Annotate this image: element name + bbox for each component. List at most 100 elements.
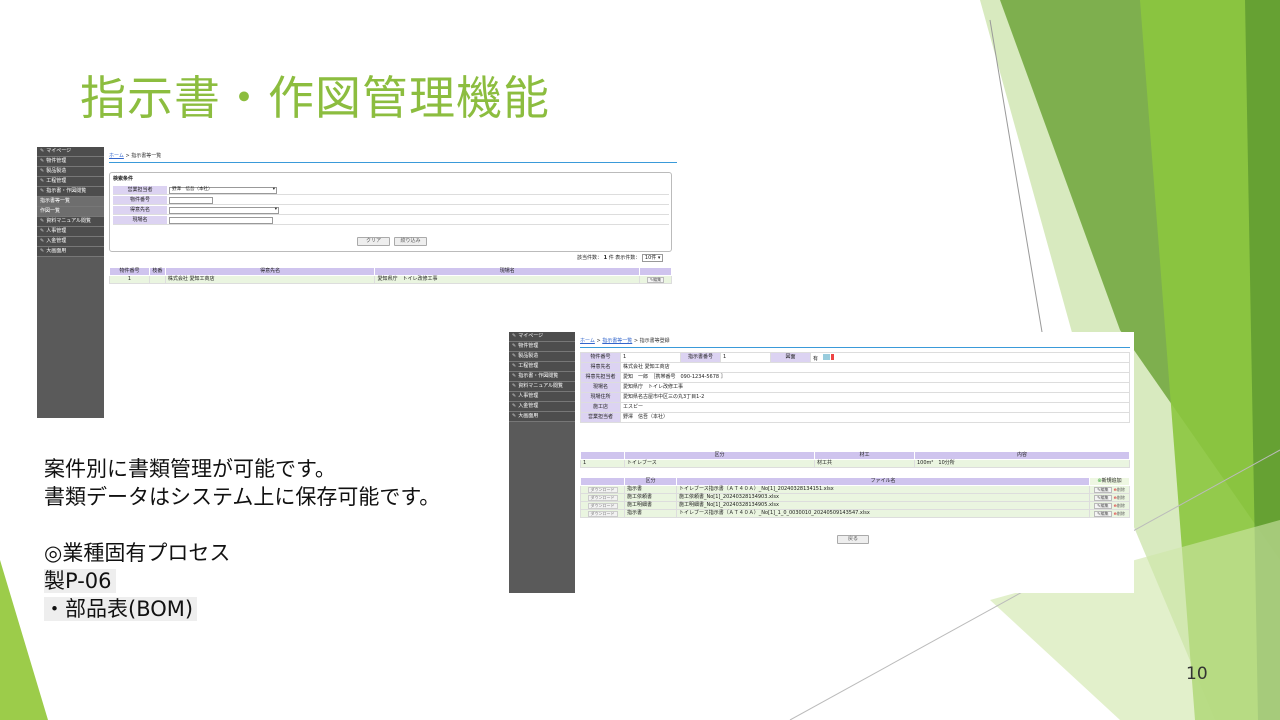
sidebar-item[interactable]: ✎ 工程管理: [509, 362, 575, 372]
sidebar-item[interactable]: ✎ 指示書・作図閲覧: [37, 187, 104, 197]
filter-button[interactable]: 絞り込み: [394, 237, 427, 246]
cell-content: 100m² 10分所: [914, 459, 1130, 468]
download-button[interactable]: ダウンロード: [587, 502, 618, 509]
edit-button[interactable]: ✎編集: [1094, 510, 1112, 517]
table-row: ダウンロード 指示書 トイレブース指示書（ＡＴ４０Ａ）_No[1]_20240328…: [580, 485, 1130, 494]
sidebar-item[interactable]: 指示書等一覧: [37, 197, 104, 207]
pencil-icon: ✎: [512, 353, 517, 359]
cell-actions: ✎編集 ⊖削除: [1089, 501, 1130, 510]
sales-rep-select[interactable]: 野澤 信吾（本社） ▾: [169, 186, 277, 194]
breadcrumb-current: 指示書等登録: [639, 338, 670, 344]
detail-value: 野澤 信吾（本社）: [620, 412, 1130, 423]
edit-label: 編集: [653, 276, 662, 282]
sidebar-item[interactable]: ✎ 製品製造: [37, 167, 104, 177]
col-header: [639, 267, 672, 276]
items-table: 区分 材工 内容 1 トイレブース 材工共 100m² 10分所: [580, 451, 1130, 468]
display-count-value: 10件: [644, 255, 657, 261]
col-header: [580, 477, 625, 486]
sidebar-item[interactable]: ✎ 人事管理: [37, 227, 104, 237]
sidebar-item[interactable]: 作図一覧: [37, 207, 104, 217]
cell-download: ダウンロード: [580, 485, 625, 494]
sidebar-item[interactable]: ✎ 大画面用: [509, 412, 575, 422]
breadcrumb-list-link[interactable]: 指示書等一覧: [602, 338, 632, 344]
cell-category: 指示書: [624, 485, 677, 494]
col-header: 内容: [914, 451, 1130, 460]
chevron-down-icon: ▾: [272, 186, 275, 192]
pencil-icon: ✎: [512, 393, 517, 399]
cell-no: 1: [580, 459, 625, 468]
sidebar-item[interactable]: ✎ 物件管理: [509, 342, 575, 352]
delete-button[interactable]: ⊖削除: [1114, 495, 1125, 500]
sidebar-item-label: 人事管理: [46, 228, 67, 234]
breadcrumb-home-link[interactable]: ホーム: [109, 153, 124, 159]
pencil-icon: ✎: [40, 188, 45, 194]
cell-type: 材工共: [814, 459, 915, 468]
add-new-button[interactable]: ⊕新規追加: [1089, 477, 1130, 486]
result-count-label: 該当件数：: [577, 255, 603, 261]
cell-actions: ✎編集 ⊖削除: [1089, 509, 1130, 518]
screenshot-instruction-register: ✎ マイページ ✎ 物件管理 ✎ 製品製造 ✎ 工程管理 ✎ 指示書・作図閲覧 ✎ 資料マニュアル閲覧…: [509, 332, 1134, 593]
body-line: 書類データはシステム上に保存可能です。: [44, 485, 441, 509]
sidebar-item[interactable]: ✎ 工程管理: [37, 177, 104, 187]
table-row[interactable]: 1 株式会社 愛知工商店 愛知県庁 トイレ改修工事 ✎編集: [109, 275, 672, 284]
sidebar-item[interactable]: ✎ 資料マニュアル閲覧: [509, 382, 575, 392]
sidebar-item-label: 工程管理: [46, 178, 67, 184]
sidebar-item[interactable]: ✎ 人事管理: [509, 392, 575, 402]
download-button[interactable]: ダウンロード: [587, 494, 618, 501]
field-row-sales: 営業担当者 野澤 信吾（本社） ▾: [113, 186, 669, 195]
sidebar-item[interactable]: ✎ 指示書・作図閲覧: [509, 372, 575, 382]
sidebar-item[interactable]: ✎ 製品製造: [509, 352, 575, 362]
sidebar-item[interactable]: ✎ マイページ: [509, 332, 575, 342]
edit-label: 編集: [1100, 494, 1109, 500]
delete-button[interactable]: ⊖削除: [1114, 503, 1125, 508]
edit-button[interactable]: ✎編集: [1094, 494, 1112, 501]
edit-button[interactable]: ✎編集: [1094, 486, 1112, 493]
sidebar-item[interactable]: ✎ 入金管理: [509, 402, 575, 412]
cell-actions: ✎編集 ⊖削除: [1089, 485, 1130, 494]
delete-label: 削除: [1116, 510, 1125, 516]
sidebar-item-label: 指示書等一覧: [40, 198, 71, 204]
col-header: 区分: [624, 477, 677, 486]
display-count-select[interactable]: 10件 ▾: [641, 254, 664, 262]
clear-button[interactable]: クリア: [357, 237, 390, 246]
sidebar-item[interactable]: ✎ マイページ: [37, 147, 104, 157]
edit-button[interactable]: ✎編集: [1094, 502, 1112, 509]
add-new-label: 新規追加: [1101, 478, 1122, 484]
detail-row: 営業担当者 野澤 信吾（本社）: [580, 412, 1130, 423]
pencil-icon: ✎: [40, 178, 45, 184]
detail-label: 現場名: [580, 382, 621, 393]
customer-select[interactable]: ▾: [169, 206, 279, 214]
pencil-icon: ✎: [512, 403, 517, 409]
drawing-file-icon[interactable]: [822, 353, 830, 360]
sidebar-item[interactable]: ✎ 大画面用: [37, 247, 104, 257]
sidebar-item-label: 工程管理: [518, 363, 539, 369]
result-count-unit: 件: [608, 255, 614, 261]
breadcrumb-home-link[interactable]: ホーム: [580, 338, 595, 344]
detail-value: 愛知 一郎 ［携帯番号 090-1234-5678 ］: [620, 372, 1130, 383]
delete-button[interactable]: ⊖削除: [1114, 510, 1125, 516]
cell-property-no: 1: [109, 275, 150, 284]
cell-download: ダウンロード: [580, 509, 625, 518]
property-no-input[interactable]: [169, 196, 213, 204]
edit-button[interactable]: ✎編集: [646, 276, 665, 283]
sidebar-item-label: 人事管理: [518, 393, 539, 399]
back-button[interactable]: 戻る: [837, 535, 869, 544]
result-count: 1: [603, 255, 608, 261]
site-name-input[interactable]: [169, 216, 273, 224]
download-button[interactable]: ダウンロード: [587, 486, 618, 493]
sidebar-item-label: マイページ: [46, 148, 72, 154]
table-header-row: 区分 ファイル名 ⊕新規追加: [580, 477, 1130, 486]
detail-label: 営業担当者: [580, 412, 621, 423]
sidebar-item[interactable]: ✎ 物件管理: [37, 157, 104, 167]
breadcrumb-current: 指示書等一覧: [131, 153, 162, 159]
col-header: 現場名: [374, 267, 640, 276]
slide-title: 指示書・作図管理機能: [80, 71, 550, 125]
cell-category: 指示書: [624, 509, 677, 518]
download-button[interactable]: ダウンロード: [587, 510, 618, 517]
col-header: ファイル名: [676, 477, 1090, 486]
delete-button[interactable]: ⊖削除: [1114, 487, 1125, 492]
sidebar-item[interactable]: ✎ 入金管理: [37, 237, 104, 247]
sidebar-item[interactable]: ✎ 資料マニュアル閲覧: [37, 217, 104, 227]
detail-value: 愛知県名古屋市中区三の丸3丁目1-2: [620, 392, 1130, 403]
detail-label: 得意先担当者: [580, 372, 621, 383]
